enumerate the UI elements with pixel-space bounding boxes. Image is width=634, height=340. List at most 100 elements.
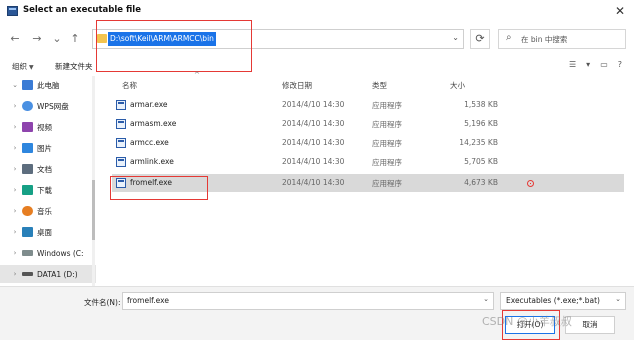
sidebar-item-label: 视频 — [37, 122, 52, 132]
image-icon — [22, 143, 33, 153]
sidebar-item-label: Windows (C: — [37, 248, 84, 258]
chevron-right-icon[interactable]: › — [8, 144, 22, 152]
refresh-button[interactable]: ⟳ — [470, 29, 490, 49]
file-size: 1,538 KB — [464, 100, 498, 109]
sidebar-item-desktop[interactable]: › 桌面 — [0, 223, 96, 241]
organize-label: 组织 — [12, 62, 27, 71]
back-icon[interactable]: ← — [8, 32, 22, 46]
sidebar-item-label: 桌面 — [37, 227, 52, 237]
exe-file-icon — [116, 157, 126, 167]
cloud-icon — [22, 101, 33, 111]
chevron-right-icon[interactable]: › — [8, 249, 22, 257]
sidebar-item-music[interactable]: › 音乐 — [0, 202, 96, 220]
file-date: 2014/4/10 14:30 — [282, 100, 345, 109]
search-placeholder: 在 bin 中搜索 — [521, 35, 568, 44]
exe-file-icon — [116, 138, 126, 148]
chevron-down-icon[interactable]: ⌄ — [615, 295, 621, 303]
file-name: armlink.exe — [130, 157, 174, 166]
view-toggle-icon[interactable]: ▾ — [586, 60, 590, 69]
chevron-right-icon[interactable]: › — [8, 165, 22, 173]
file-name: armasm.exe — [130, 119, 177, 128]
filename-value[interactable]: fromelf.exe — [127, 296, 169, 305]
chevron-down-icon[interactable]: ⌄ — [452, 33, 459, 42]
sidebar-item-this-pc[interactable]: ⌄ 此电脑 — [0, 76, 96, 94]
sidebar-item-label: 下载 — [37, 185, 52, 195]
layout-pane-icon[interactable]: ▭ — [600, 60, 608, 69]
file-type: 应用程序 — [372, 158, 402, 167]
column-header-date[interactable]: 修改日期 — [282, 80, 312, 91]
table-row[interactable]: armlink.exe 2014/4/10 14:30 应用程序 5,705 K… — [112, 153, 624, 171]
column-header-name[interactable]: 名称 — [122, 80, 137, 91]
watermark: CSDN @小羊叔叔 — [482, 315, 572, 328]
sidebar-item-label: DATA1 (D:) — [37, 269, 78, 279]
column-header-type[interactable]: 类型 — [372, 80, 387, 91]
organize-menu[interactable]: 组织 ▼ — [12, 61, 34, 72]
search-input[interactable]: ⌕ 在 bin 中搜索 — [498, 29, 626, 49]
sidebar-item-documents[interactable]: › 文档 — [0, 160, 96, 178]
chevron-right-icon[interactable]: › — [8, 102, 22, 110]
exe-file-icon — [116, 119, 126, 129]
chevron-right-icon[interactable]: › — [8, 207, 22, 215]
chevron-right-icon[interactable]: › — [8, 186, 22, 194]
filename-field[interactable]: fromelf.exe ⌄ — [122, 292, 494, 310]
sidebar-item-videos[interactable]: › 视频 — [0, 118, 96, 136]
sidebar-item-wps[interactable]: › WPS网盘 — [0, 97, 96, 115]
forward-icon[interactable]: → — [30, 32, 44, 46]
sidebar-item-label: 文档 — [37, 164, 52, 174]
help-icon[interactable]: ? — [618, 60, 622, 69]
chevron-right-icon[interactable]: › — [8, 228, 22, 236]
filename-label: 文件名(N): — [84, 298, 121, 307]
file-date: 2014/4/10 14:30 — [282, 119, 345, 128]
cancel-button[interactable]: 取消 — [565, 316, 615, 334]
sidebar-item-drive-d[interactable]: › DATA1 (D:) — [0, 265, 96, 283]
file-type: 应用程序 — [372, 139, 402, 148]
file-date: 2014/4/10 14:30 — [282, 178, 345, 187]
app-icon — [7, 6, 18, 16]
new-folder-button[interactable]: 新建文件夹 — [55, 61, 93, 72]
download-icon — [22, 185, 33, 195]
file-type-filter[interactable]: Executables (*.exe;*.bat) ⌄ — [500, 292, 626, 310]
exe-file-icon — [116, 100, 126, 110]
search-icon: ⌕ — [506, 32, 512, 43]
sidebar-item-label: 音乐 — [37, 206, 52, 216]
view-list-icon[interactable]: ☰ — [569, 60, 576, 69]
toolbar: 组织 ▼ 新建文件夹 ☰ ▾ ▭ ? — [0, 58, 634, 74]
file-size: 4,673 KB — [464, 178, 498, 187]
chevron-down-icon[interactable]: ⌄ — [50, 32, 64, 46]
chevron-right-icon[interactable]: › — [8, 123, 22, 131]
sidebar-item-downloads[interactable]: › 下载 — [0, 181, 96, 199]
table-row[interactable]: armasm.exe 2014/4/10 14:30 应用程序 5,196 KB — [112, 115, 624, 133]
desktop-icon — [22, 227, 33, 237]
column-header-size[interactable]: 大小 — [450, 80, 465, 91]
window-title: Select an executable file — [23, 5, 141, 15]
annotation-marker-icon — [527, 180, 534, 187]
table-row[interactable]: armar.exe 2014/4/10 14:30 应用程序 1,538 KB — [112, 96, 624, 114]
drive-icon — [22, 250, 33, 256]
up-icon[interactable]: ↑ — [68, 32, 82, 46]
drive-icon — [22, 272, 33, 276]
sidebar-scroll-thumb[interactable] — [92, 180, 95, 240]
computer-icon — [22, 80, 33, 90]
close-icon[interactable]: ✕ — [612, 3, 628, 19]
file-size: 5,196 KB — [464, 119, 498, 128]
sidebar-item-label: WPS网盘 — [37, 101, 69, 111]
chevron-down-icon[interactable]: ⌄ — [8, 81, 22, 89]
file-date: 2014/4/10 14:30 — [282, 138, 345, 147]
sidebar-item-pictures[interactable]: › 图片 — [0, 139, 96, 157]
music-icon — [22, 206, 33, 216]
sidebar-item-drive-c[interactable]: › Windows (C: — [0, 244, 96, 262]
table-row[interactable]: armcc.exe 2014/4/10 14:30 应用程序 14,235 KB — [112, 134, 624, 152]
sort-caret-icon: ^ — [194, 71, 200, 79]
sidebar-item-label: 图片 — [37, 143, 52, 153]
file-size: 5,705 KB — [464, 157, 498, 166]
file-type: 应用程序 — [372, 101, 402, 110]
chevron-right-icon[interactable]: › — [8, 270, 22, 278]
caret-down-icon: ▼ — [29, 64, 34, 71]
chevron-down-icon[interactable]: ⌄ — [483, 295, 489, 303]
annotation-box-file — [110, 176, 208, 200]
file-name: armar.exe — [130, 100, 168, 109]
file-size: 14,235 KB — [459, 138, 498, 147]
file-date: 2014/4/10 14:30 — [282, 157, 345, 166]
file-name: armcc.exe — [130, 138, 169, 147]
title-bar: Select an executable file ✕ — [0, 0, 634, 22]
